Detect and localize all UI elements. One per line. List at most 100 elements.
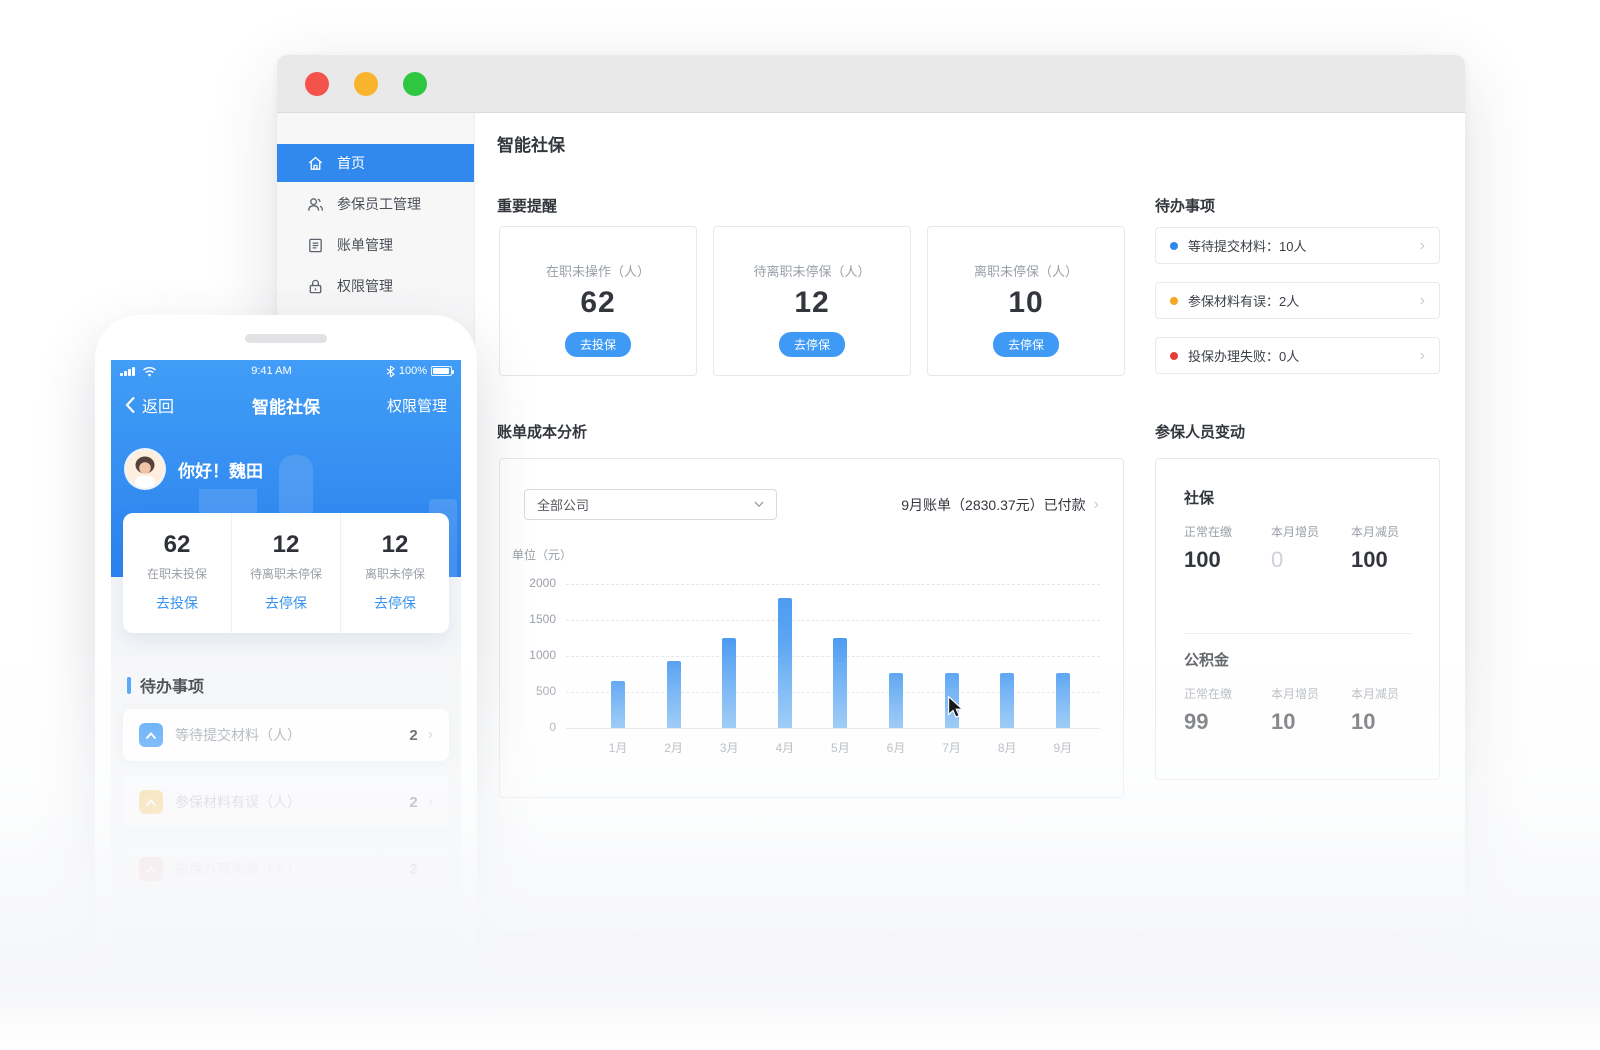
chart-bar-9月 [1055,673,1070,728]
chart-bar-3月 [722,638,737,728]
battery-percent: 100% [398,365,427,377]
chart-ytick-label: 2000 [529,576,556,590]
sidebar-item-label: 首页 [337,155,365,171]
phone-permissions-link[interactable]: 权限管理 [351,395,447,416]
briefcase-blue-icon [139,723,163,747]
card-label: 在职未操作（人） [545,264,650,279]
traffic-light-zoom[interactable] [403,71,427,96]
phone-todo-item-failed[interactable]: 投保办理失败（人） 2 › [123,843,449,895]
orange-dot-icon [1170,296,1178,305]
main-content: 智能社保 重要提醒 在职未操作（人） 62 去投保 待离职未停保（人） 12 去… [475,113,1465,929]
todo-label: 等待提交材料：10人 [1188,239,1307,254]
chart-bar-5月 [833,638,848,728]
chart-xlabels: 1月 2月 3月 4月 5月 6月 7月 8月 9月 [566,739,1100,755]
chevron-right-icon: › [1419,236,1425,254]
phone-todo-section-title: 待办事项 [127,673,204,697]
member-stat: 本月增员 0 [1271,525,1320,572]
group-name: 社保 [1184,490,1215,507]
back-button[interactable]: 返回 [125,393,221,417]
chevron-right-icon: › [427,793,433,810]
sidebar-item-home[interactable]: 首页 [277,144,474,182]
members-section-title: 参保人员变动 [1155,424,1246,441]
chart-xtick-label: 3月 [719,741,739,755]
sidebar-item-permissions[interactable]: 权限管理 [277,267,474,305]
home-icon [307,155,324,172]
go-stop-insure-button[interactable]: 去停保 [992,332,1059,357]
reminder-card-left-unstopped: 离职未停保（人） 10 去停保 [927,226,1125,376]
page-title: 智能社保 [497,136,565,155]
todo-section-title: 待办事项 [1155,198,1216,215]
phone-todo-item-wrong[interactable]: 参保材料有误（人） 2 › [123,776,449,828]
reminders-section-title: 重要提醒 [497,198,558,215]
chart-gridline [566,584,1100,585]
sidebar-item-bills[interactable]: 账单管理 [277,226,474,264]
status-time: 9:41 AM [251,365,292,377]
sidebar-item-employees[interactable]: 参保员工管理 [277,185,474,223]
card-label: 待离职未停保（人） [753,264,871,279]
chevron-right-icon: › [1093,496,1099,513]
todo-item-wrong-materials[interactable]: 参保材料有误：2人 › [1155,282,1440,319]
phone-stats-card: 62 在职未投保 去投保 12 待离职未停保 去停保 12 离职未停保 去停保 [123,513,449,633]
chart-ytick-label: 1500 [529,612,556,626]
window-titlebar [277,55,1465,113]
chart-xtick-label: 4月 [775,741,795,755]
traffic-light-minimize[interactable] [354,71,378,96]
go-stop-insure-link[interactable]: 去停保 [374,593,416,613]
bluetooth-icon [386,365,395,377]
todo-list: 等待提交材料：10人 › 参保材料有误：2人 › 投保办理失败：0人 › [1155,227,1440,392]
billing-chart-panel: 全部公司 9月账单（2830.37元）已付款 › 单位（元） 0 500 1000 1… [499,458,1124,798]
stat-pending-leave: 12 待离职未停保 去停保 [231,513,340,633]
signal-icon [120,366,136,376]
chart-xtick-label: 5月 [831,741,850,755]
chevron-right-icon: › [427,726,433,743]
chart-bar-2月 [666,661,681,728]
mouse-cursor [948,696,964,718]
red-dot-icon [1170,351,1178,360]
members-group-gongjijin: 公积金 正常在缴 99 本月增员 10 本月减员 10 [1184,649,1419,735]
card-value: 62 [580,286,616,319]
lock-icon [307,278,324,295]
members-panel: 社保 正常在缴 100 本月增员 0 本月减员 100 公积金 正常在缴 99 … [1155,458,1440,780]
chart-bar-4月 [777,598,792,728]
card-value: 12 [794,286,830,319]
sidebar-item-label: 参保员工管理 [337,196,421,212]
chevron-right-icon: › [1419,291,1425,309]
chart-bar-8月 [1000,673,1015,728]
back-label: 返回 [142,399,175,416]
chart-yticks: 0 500 1000 1500 2000 [504,576,556,734]
chart-xtick-label: 6月 [886,741,906,755]
sidebar-item-label: 账单管理 [337,237,393,253]
company-select[interactable]: 全部公司 [524,489,777,520]
todo-label: 参保材料有误：2人 [1188,294,1300,309]
chart-ytick-label: 1000 [529,648,556,662]
members-group-shebao: 社保 正常在缴 100 本月增员 0 本月减员 100 [1184,487,1419,573]
phone-statusbar: 9:41 AM 100% [111,360,461,382]
greeting-text: 你好！魏田 [178,461,263,481]
chart-gridline [566,728,1100,729]
chart-xtick-label: 9月 [1053,741,1073,755]
bill-summary-link[interactable]: 9月账单（2830.37元）已付款 › [901,495,1099,515]
go-insure-link[interactable]: 去投保 [156,593,198,613]
go-stop-insure-link[interactable]: 去停保 [265,593,307,613]
member-stat: 本月减员 100 [1351,525,1400,572]
chart-ytick-label: 500 [535,684,556,698]
chevron-down-icon [754,501,764,508]
go-insure-button[interactable]: 去投保 [564,332,631,357]
traffic-light-close[interactable] [305,71,329,96]
chevron-right-icon: › [1419,346,1425,364]
bill-summary-text: 9月账单（2830.37元）已付款 [901,497,1086,513]
chart-plot [566,584,1100,729]
blue-dot-icon [1170,241,1178,250]
wifi-icon [143,366,156,376]
divider [1184,633,1411,634]
todo-item-waiting-materials[interactable]: 等待提交材料：10人 › [1155,227,1440,264]
briefcase-orange-icon [139,790,163,814]
go-stop-insure-button[interactable]: 去停保 [778,332,845,357]
chart-unit-label: 单位（元） [512,548,573,562]
member-stat: 本月增员 10 [1271,687,1320,734]
todo-item-failed[interactable]: 投保办理失败：0人 › [1155,337,1440,374]
chart-xtick-label: 7月 [942,741,961,755]
phone-greeting: 你好！魏田 [126,450,263,488]
phone-todo-item-waiting[interactable]: 等待提交材料（人） 2 › [123,709,449,761]
billing-section-title: 账单成本分析 [497,424,588,441]
